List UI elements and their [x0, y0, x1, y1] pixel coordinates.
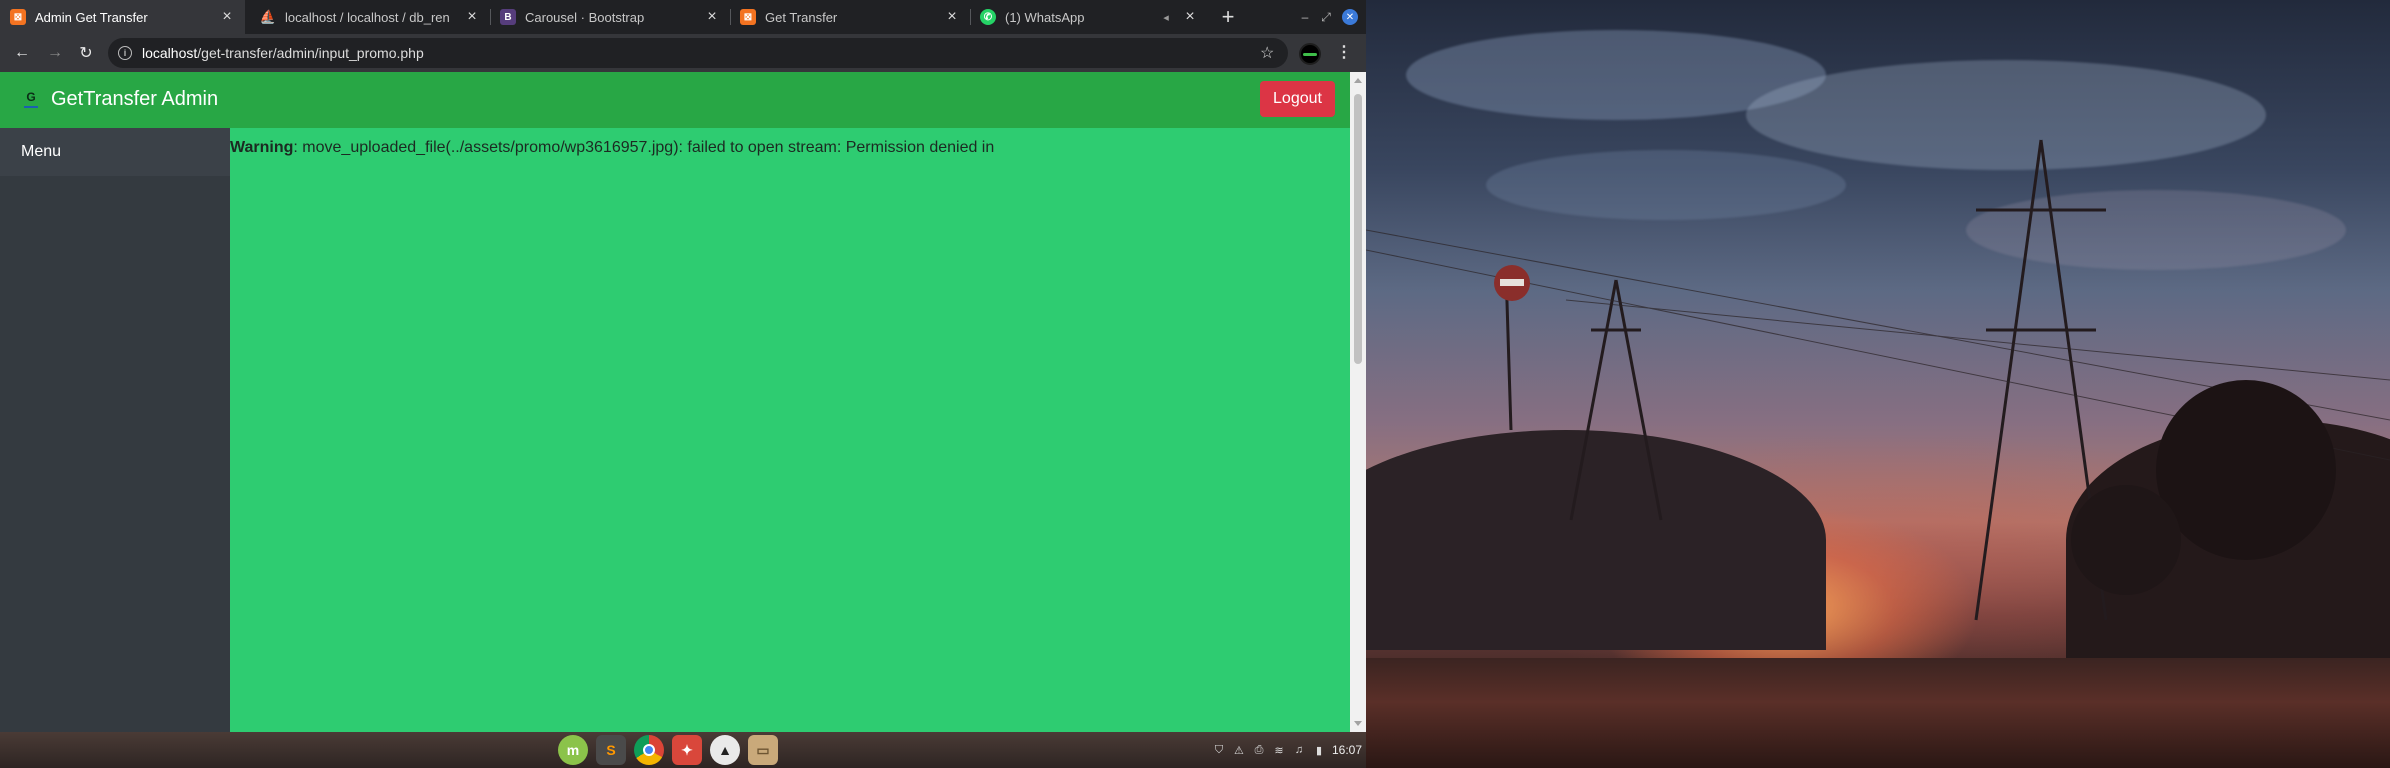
battery-icon[interactable]: ▮	[1312, 743, 1326, 757]
close-window-button[interactable]: ✕	[1341, 8, 1359, 26]
desktop-wallpaper	[1366, 0, 2390, 768]
brand-logo-icon[interactable]: G	[24, 90, 38, 108]
phpmyadmin-icon: ⛵	[259, 9, 277, 24]
tab-admin-get-transfer[interactable]: ⊠ Admin Get Transfer ×	[0, 0, 245, 34]
brand-name[interactable]: GetTransfer Admin	[51, 88, 218, 111]
forward-button[interactable]: →	[45, 43, 65, 63]
whatsapp-icon: ✆	[980, 9, 996, 25]
tab-phpmyadmin[interactable]: ⛵ localhost / localhost / db_ren ×	[250, 0, 490, 34]
scroll-thumb[interactable]	[1354, 94, 1362, 364]
inkscape-icon[interactable]: ▲	[710, 735, 740, 765]
address-bar[interactable]: i localhost/get-transfer/admin/input_pro…	[108, 38, 1288, 68]
reload-button[interactable]: ↻	[76, 43, 96, 63]
sublime-text-icon[interactable]: S	[596, 735, 626, 765]
minimize-button[interactable]: –	[1297, 8, 1313, 26]
sidebar-title: Menu	[0, 128, 230, 176]
logout-button[interactable]: Logout	[1260, 81, 1335, 117]
restore-button[interactable]: ⤢	[1318, 8, 1334, 26]
warning-label: Warning	[230, 139, 294, 156]
warning-message: : move_uploaded_file(../assets/promo/wp3…	[293, 139, 995, 156]
shield-icon[interactable]: ⛉	[1212, 743, 1226, 757]
back-button[interactable]: ←	[12, 43, 32, 63]
taskbar-launchers: m S ✦ ▲ ▭	[558, 735, 778, 765]
url-text: localhost/get-transfer/admin/input_promo…	[142, 45, 424, 61]
wifi-icon[interactable]: ≋	[1272, 743, 1286, 757]
tab-title: Get Transfer	[765, 9, 838, 25]
app-header: G GetTransfer Admin Logout	[0, 72, 1350, 128]
xampp-icon: ⊠	[740, 9, 756, 25]
folder-icon[interactable]: ▭	[748, 735, 778, 765]
close-icon[interactable]: ×	[704, 8, 720, 25]
browser-window: ⊠ Admin Get Transfer × ⛵ localhost / loc…	[0, 0, 1366, 732]
app-icon[interactable]: ✦	[672, 735, 702, 765]
tab-title: (1) WhatsApp	[1005, 9, 1085, 25]
printer-icon[interactable]: ⎙	[1252, 743, 1266, 757]
bookmark-star-icon[interactable]: ☆	[1260, 43, 1274, 63]
power-tower-illustration	[1366, 139, 2390, 621]
warning-icon[interactable]: ⚠	[1232, 743, 1246, 757]
mute-icon[interactable]: ◂	[1158, 9, 1174, 25]
sidebar: Menu	[0, 128, 230, 732]
page-viewport: G GetTransfer Admin Logout Menu Warning:…	[0, 72, 1366, 732]
close-icon[interactable]: ×	[944, 8, 960, 25]
system-tray: ⛉ ⚠ ⎙ ≋ ♫ ▮ 16:07	[1212, 732, 1366, 768]
volume-icon[interactable]: ♫	[1292, 743, 1306, 757]
main-content: Warning: move_uploaded_file(../assets/pr…	[230, 128, 1350, 732]
browser-toolbar: ← → ↻ i localhost/get-transfer/admin/inp…	[0, 34, 1366, 72]
clock[interactable]: 16:07	[1332, 743, 1362, 757]
page-scrollbar[interactable]	[1350, 72, 1366, 732]
scroll-down-arrow-icon[interactable]	[1354, 721, 1362, 726]
url-host: localhost	[142, 45, 198, 61]
tab-title: Admin Get Transfer	[35, 9, 148, 25]
tab-title: localhost / localhost / db_ren	[285, 9, 450, 25]
kebab-menu-icon[interactable]: ⋮	[1336, 42, 1352, 62]
close-icon[interactable]: ×	[1182, 8, 1198, 25]
bootstrap-icon: B	[500, 9, 516, 25]
close-icon[interactable]: ×	[219, 8, 235, 25]
info-icon[interactable]: i	[118, 46, 132, 60]
new-tab-button[interactable]: +	[1216, 4, 1240, 29]
taskbar: m S ✦ ▲ ▭ ⛉ ⚠ ⎙ ≋ ♫ ▮ 16:07	[0, 732, 1366, 768]
close-icon: ✕	[1342, 9, 1358, 25]
mint-menu-icon[interactable]: m	[558, 735, 588, 765]
tab-strip: ⊠ Admin Get Transfer × ⛵ localhost / loc…	[0, 0, 1366, 34]
tab-carousel-bootstrap[interactable]: B Carousel · Bootstrap ×	[490, 0, 730, 34]
chrome-icon[interactable]	[634, 735, 664, 765]
scroll-up-arrow-icon[interactable]	[1354, 78, 1362, 83]
tab-title: Carousel · Bootstrap	[525, 9, 645, 25]
url-path: /get-transfer/admin/input_promo.php	[197, 45, 424, 61]
xampp-icon: ⊠	[10, 9, 26, 25]
profile-avatar[interactable]	[1299, 43, 1321, 65]
tab-whatsapp[interactable]: ✆ (1) WhatsApp ◂ ×	[970, 0, 1208, 34]
tab-get-transfer[interactable]: ⊠ Get Transfer ×	[730, 0, 970, 34]
close-icon[interactable]: ×	[464, 8, 480, 25]
php-warning: Warning: move_uploaded_file(../assets/pr…	[230, 139, 994, 157]
